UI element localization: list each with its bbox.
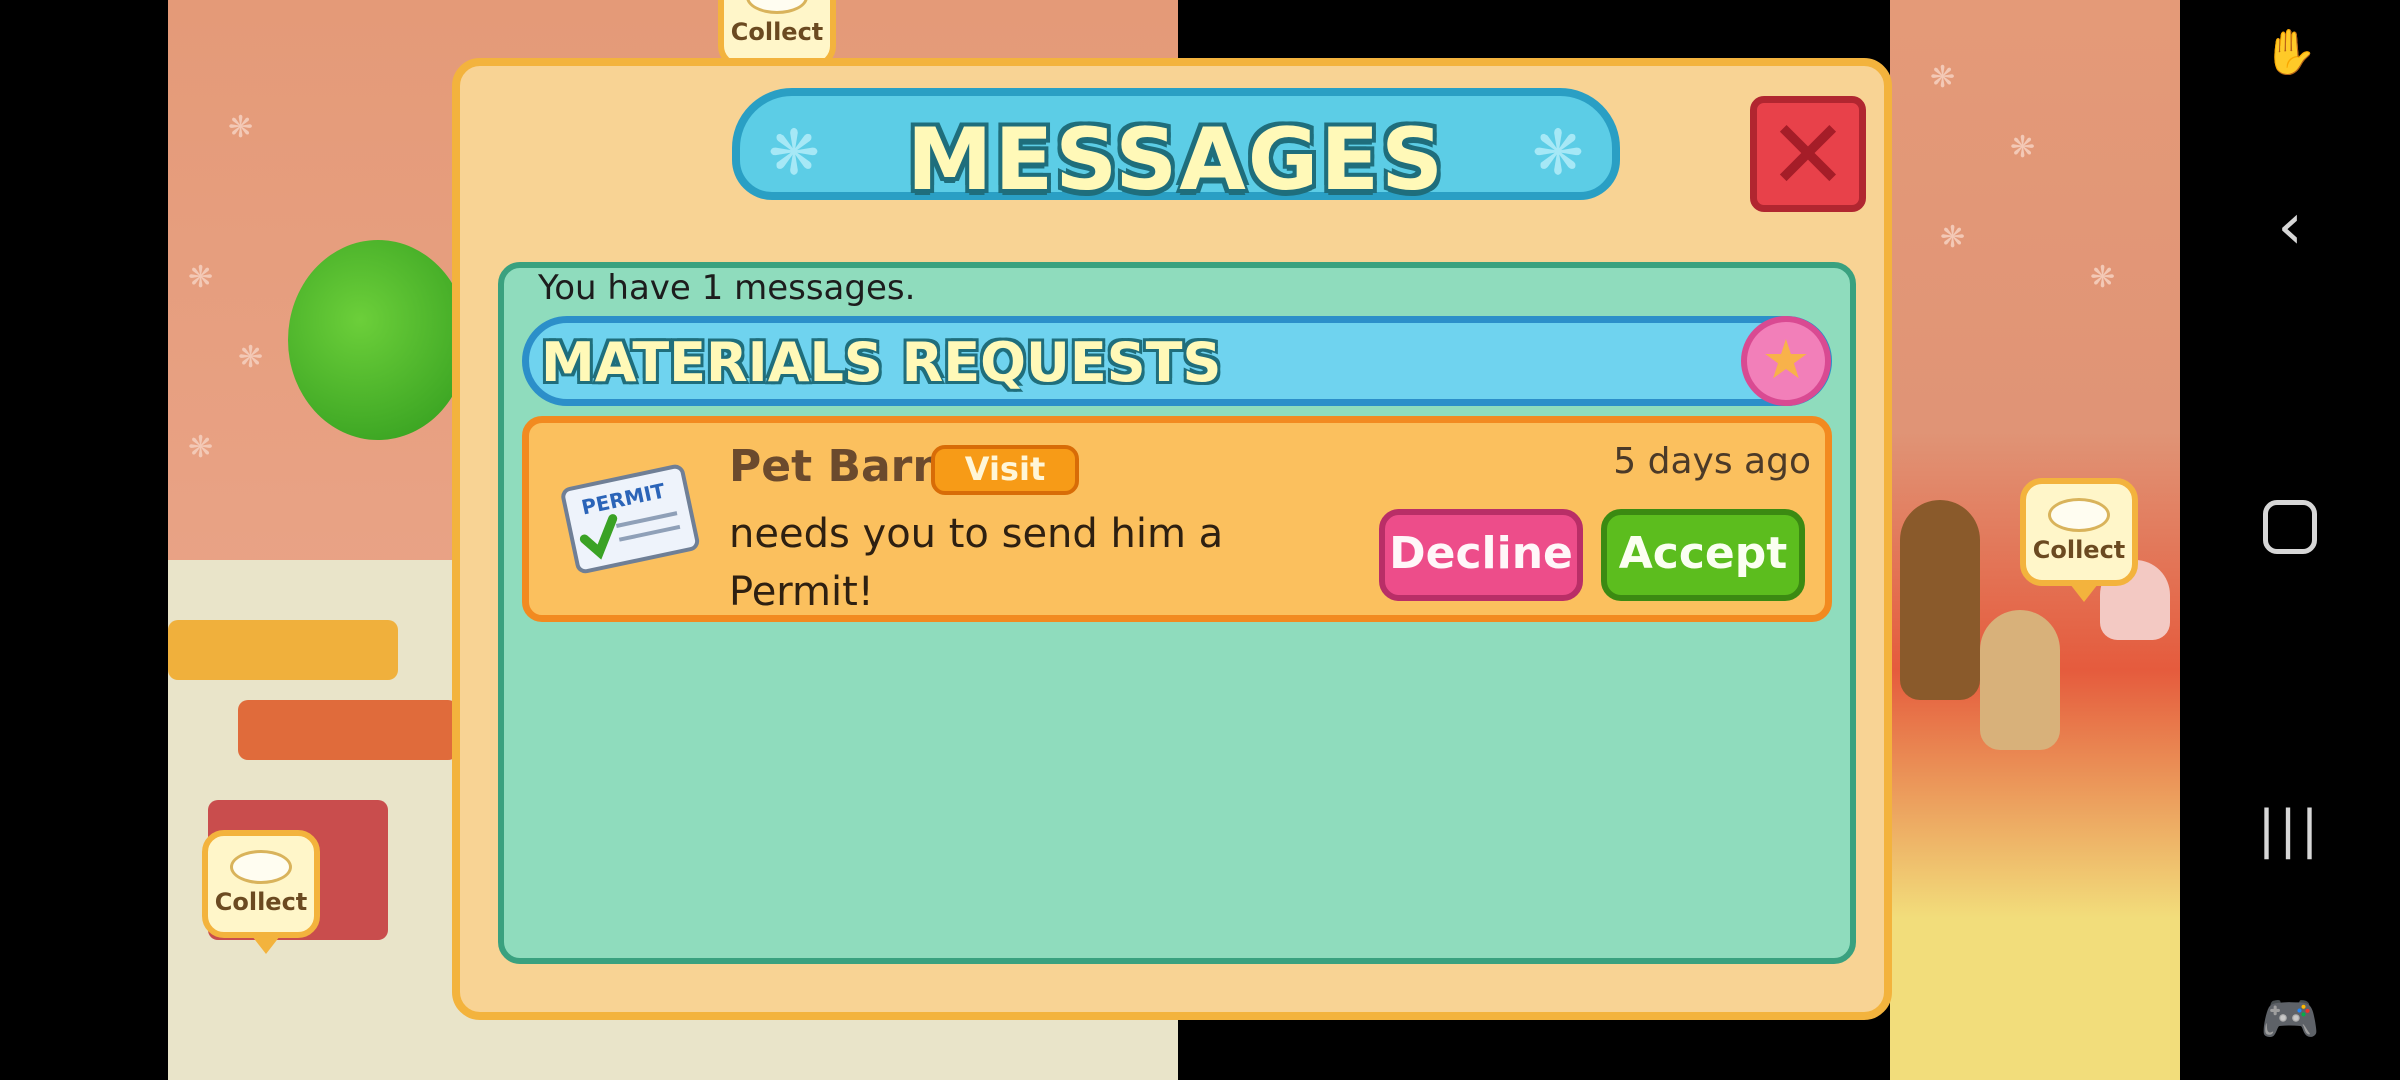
coin-icon [2048, 498, 2110, 532]
message-count: You have 1 messages. [538, 268, 916, 308]
navigation-bar: ✋ ‹ ||| 🎮 [2180, 0, 2400, 1080]
paw-icon: ❋ [1532, 116, 1584, 189]
home-icon[interactable] [2180, 500, 2400, 558]
close-button[interactable]: ✕ [1750, 96, 1866, 212]
paw-icon: ❋ [188, 430, 214, 465]
close-icon: ✕ [1767, 99, 1849, 211]
paw-icon: ❋ [2090, 260, 2116, 295]
dialog-title: MESSAGES [906, 110, 1446, 210]
collect-bubble[interactable]: Collect [202, 830, 320, 954]
visit-button[interactable]: Visit [931, 445, 1079, 495]
tree-decoration [288, 240, 468, 440]
paw-icon: ❋ [228, 110, 254, 145]
back-icon[interactable]: ‹ [2180, 190, 2400, 264]
collect-label: Collect [2032, 536, 2126, 564]
dog-character [1980, 610, 2060, 750]
title-banner: ❋ MESSAGES ❋ [732, 88, 1620, 206]
dog-character [1900, 500, 1980, 700]
section-title: MATERIALS REQUESTS [541, 331, 1222, 394]
messages-dialog: ❋ MESSAGES ❋ ✕ You have 1 messages. MATE… [452, 58, 1892, 1020]
star-button[interactable]: ★ [1741, 316, 1831, 406]
paw-icon: ❋ [188, 260, 214, 295]
messages-panel: You have 1 messages. MATERIALS REQUESTS … [498, 262, 1856, 964]
collect-label: Collect [214, 888, 308, 916]
recents-icon[interactable]: ||| [2180, 800, 2400, 860]
coin-icon [746, 0, 808, 14]
accept-button[interactable]: Accept [1601, 509, 1805, 601]
star-icon: ★ [1761, 328, 1811, 391]
game-tools-icon[interactable]: 🎮 [2180, 990, 2400, 1047]
message-text: needs you to send him a Permit! [729, 511, 1224, 615]
section-header: MATERIALS REQUESTS ★ [522, 316, 1832, 406]
message-item: PERMIT Pet Barn Visit needs you to send … [522, 416, 1832, 622]
coin-icon [230, 850, 292, 884]
message-time: 5 days ago [1613, 441, 1811, 482]
toy-shelf [238, 700, 458, 760]
paw-icon: ❋ [238, 340, 264, 375]
permit-icon: PERMIT [561, 464, 700, 574]
paw-icon: ❋ [2010, 130, 2036, 165]
accessibility-icon[interactable]: ✋ [2180, 26, 2400, 78]
collect-bubble[interactable]: Collect [2020, 478, 2138, 602]
collect-label: Collect [730, 18, 824, 46]
toy-shelf [168, 620, 398, 680]
sender-name: Pet Barn [729, 441, 944, 492]
paw-icon: ❋ [1940, 220, 1966, 255]
paw-icon: ❋ [1930, 60, 1956, 95]
decline-button[interactable]: Decline [1379, 509, 1583, 601]
game-scene-right: ❋ ❋ ❋ ❋ Collect [1890, 0, 2180, 1080]
